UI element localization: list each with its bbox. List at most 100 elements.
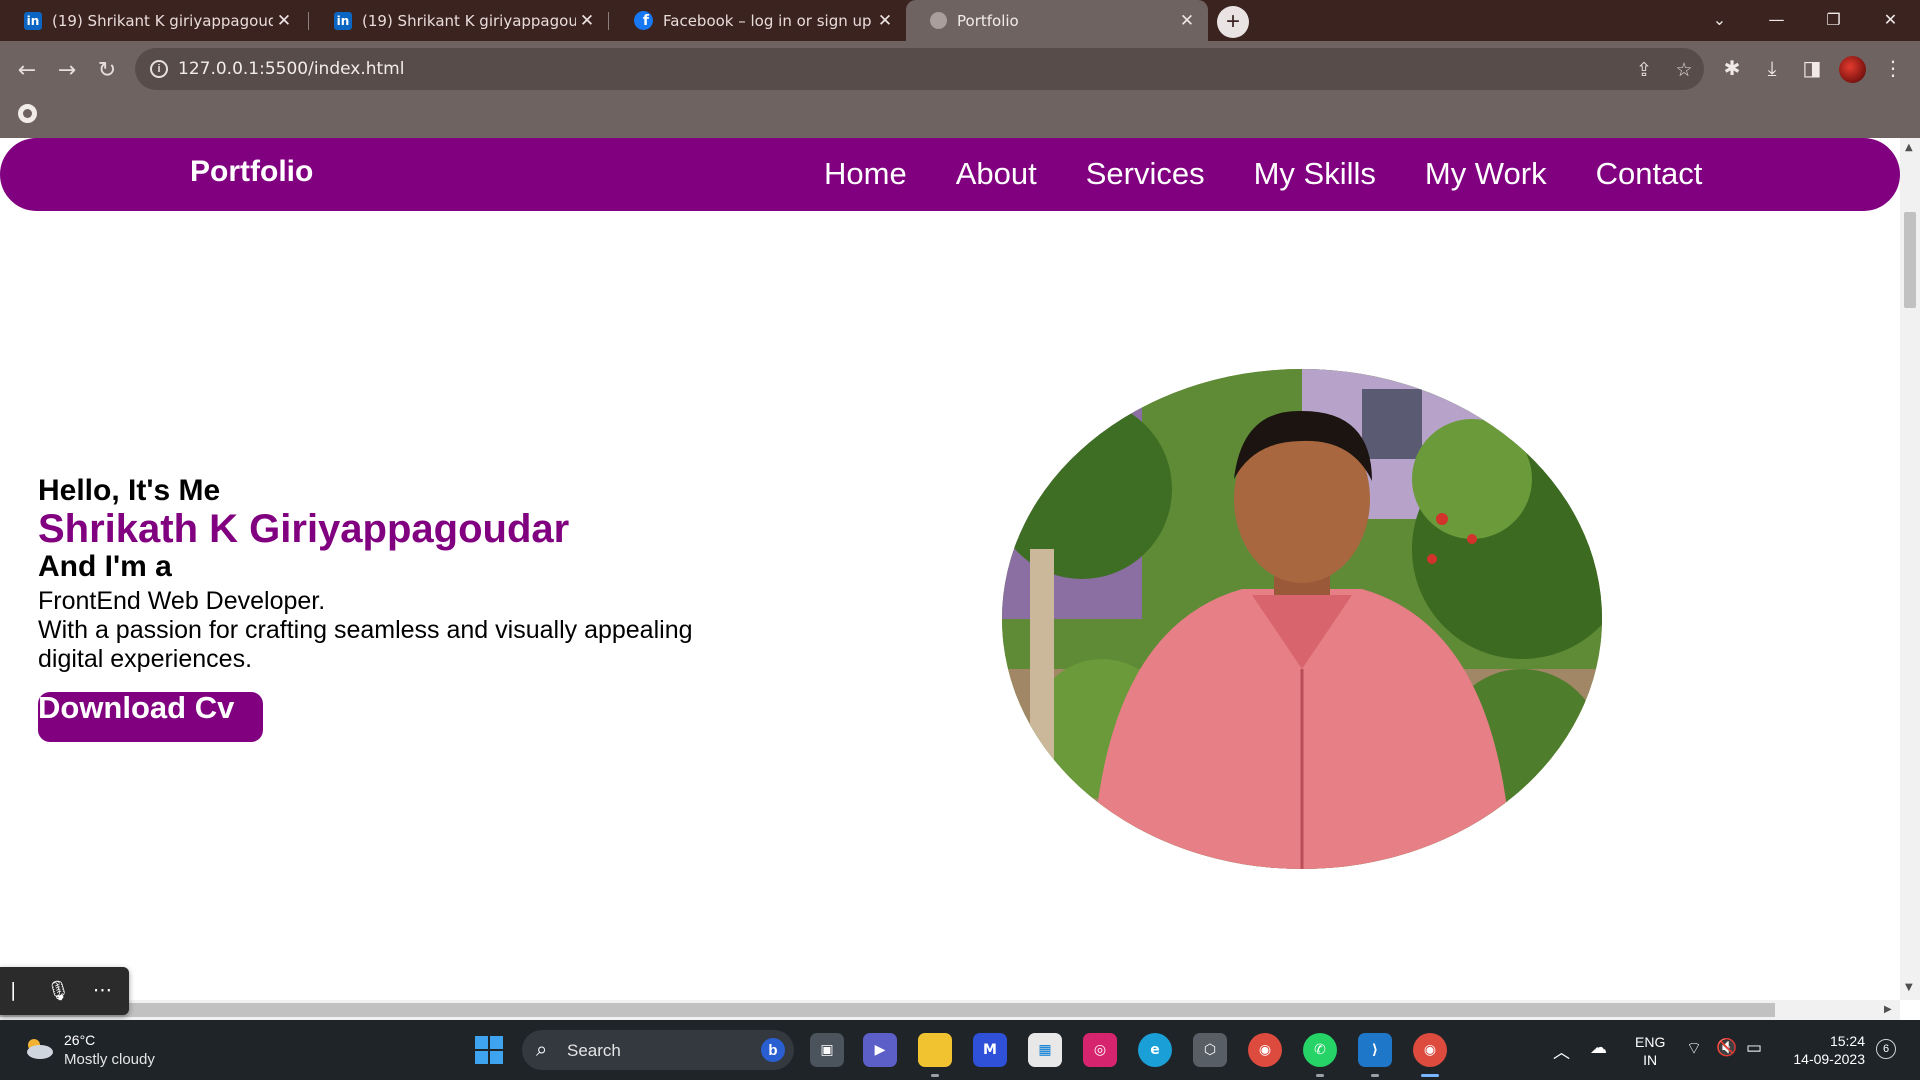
vertical-scroll-thumb[interactable] (1904, 212, 1916, 308)
battery-icon[interactable]: ▭ (1746, 1038, 1762, 1058)
download-cv-button[interactable]: Download Cv (38, 692, 263, 742)
chrome-icon[interactable]: ◉ (1248, 1033, 1282, 1067)
more-options-icon[interactable]: ⋯ (93, 979, 112, 1001)
address-url[interactable]: 127.0.0.1:5500/index.html (178, 59, 404, 79)
search-label: Search (567, 1041, 621, 1060)
horizontal-scrollbar[interactable]: ▶ (0, 1000, 1900, 1020)
nav-home-link[interactable]: Home (824, 156, 907, 192)
cloudy-weather-icon[interactable] (22, 1036, 54, 1060)
nav-about-link[interactable]: About (956, 156, 1037, 192)
weather-temperature[interactable]: 26°C (64, 1032, 95, 1048)
page-viewport: Portfolio Home About Services My Skills … (0, 138, 1900, 1000)
windows-start-icon[interactable] (475, 1036, 503, 1064)
browser-tabstrip: in (19) Shrikant K giriyappagoudar | ✕ i… (0, 0, 1920, 41)
bing-icon[interactable]: b (761, 1038, 785, 1062)
side-panel-icon[interactable]: ◨ (1795, 51, 1829, 85)
tab-facebook[interactable]: f Facebook – log in or sign up ✕ (610, 0, 906, 41)
browser-toolbar: ← → ↻ i 127.0.0.1:5500/index.html ⇪ ☆ ✱ … (0, 41, 1920, 138)
tab-separator (308, 12, 309, 30)
close-icon[interactable]: ✕ (874, 10, 896, 32)
window-close-button[interactable]: ✕ (1862, 0, 1919, 38)
minimize-button[interactable]: — (1748, 0, 1805, 38)
hero-role: FrontEnd Web Developer. (38, 587, 326, 615)
restore-button[interactable]: ❐ (1805, 0, 1862, 38)
settings-app-icon[interactable]: ⬡ (1193, 1033, 1227, 1067)
volume-muted-icon[interactable]: 🔇 (1716, 1038, 1737, 1058)
taskbar-clock[interactable]: 15:24 14-09-2023 (1785, 1032, 1865, 1068)
profile-avatar[interactable] (1839, 56, 1866, 83)
microphone-icon[interactable]: 🎙 (46, 979, 70, 1002)
forward-button[interactable]: → (49, 52, 85, 88)
address-bar[interactable]: i 127.0.0.1:5500/index.html ⇪ ☆ (135, 48, 1704, 90)
nav-work-link[interactable]: My Work (1425, 156, 1547, 192)
facebook-icon: f (634, 11, 653, 30)
tab-title: Facebook – log in or sign up (663, 11, 872, 30)
extensions-icon[interactable]: ✱ (1715, 51, 1749, 85)
math-app-icon[interactable]: M (973, 1033, 1007, 1067)
close-icon[interactable]: ✕ (1176, 10, 1198, 32)
share-icon[interactable]: ⇪ (1631, 57, 1657, 83)
windows-taskbar: 26°C Mostly cloudy ⌕ Search b ▣ ▶ M ▦ ◎ … (0, 1020, 1920, 1080)
profile-photo (1002, 369, 1602, 869)
hero-description: With a passion for crafting seamless and… (38, 616, 693, 673)
tab-title: (19) Shrikant K giriyappagoudar | (362, 11, 576, 30)
microsoft-store-icon[interactable]: ▦ (1028, 1033, 1062, 1067)
wifi-icon[interactable]: ⌔ (1686, 1038, 1702, 1059)
chrome-profile-icon[interactable]: ◉ (1413, 1033, 1447, 1077)
instagram-icon[interactable]: ◎ (1083, 1033, 1117, 1067)
onedrive-icon[interactable]: ☁ (1590, 1038, 1607, 1058)
whatsapp-icon[interactable]: ✆ (1303, 1033, 1337, 1077)
language-indicator[interactable]: ENG IN (1635, 1033, 1665, 1069)
tab-linkedin-1[interactable]: in (19) Shrikant K giriyappagoudar | ✕ (0, 0, 305, 41)
file-explorer-icon[interactable] (918, 1033, 952, 1077)
drag-handle-icon[interactable]: | (10, 979, 16, 1001)
nav-skills-link[interactable]: My Skills (1254, 156, 1376, 192)
scroll-right-icon[interactable]: ▶ (1884, 1004, 1892, 1015)
scroll-down-icon[interactable]: ▼ (1905, 982, 1913, 993)
scroll-up-icon[interactable]: ▲ (1905, 142, 1913, 153)
bookmark-star-icon[interactable]: ☆ (1671, 57, 1697, 83)
hero-name: Shrikath K Giriyappagoudar (38, 507, 570, 551)
vscode-icon[interactable]: ⟩ (1358, 1033, 1392, 1077)
site-menu: Home About Services My Skills My Work Co… (824, 156, 1751, 192)
linkedin-icon: in (24, 11, 42, 30)
hero-role-intro: And I'm a (38, 550, 172, 583)
globe-icon (930, 12, 947, 29)
menu-icon[interactable]: ⋮ (1876, 51, 1910, 85)
search-icon: ⌕ (536, 1037, 548, 1061)
site-navbar: Portfolio Home About Services My Skills … (0, 138, 1900, 211)
taskbar-search[interactable]: ⌕ Search b (522, 1030, 794, 1070)
profile-photo-illustration (1002, 369, 1602, 869)
tab-linkedin-2[interactable]: in (19) Shrikant K giriyappagoudar | ✕ (310, 0, 608, 41)
hero-greeting: Hello, It's Me (38, 474, 221, 507)
voice-typing-bar: | 🎙 ⋯ (0, 967, 129, 1015)
nav-contact-link[interactable]: Contact (1596, 156, 1703, 192)
tab-title: (19) Shrikant K giriyappagoudar | (52, 11, 273, 30)
tab-search-icon[interactable]: ⌄ (1691, 0, 1748, 38)
tab-portfolio[interactable]: Portfolio ✕ (906, 0, 1208, 41)
new-tab-button[interactable]: + (1217, 6, 1249, 38)
nav-services-link[interactable]: Services (1086, 156, 1205, 192)
hero-section: Hello, It's Me Shrikath K Giriyappagouda… (38, 473, 738, 742)
close-icon[interactable]: ✕ (576, 10, 598, 32)
edge-icon[interactable]: e (1138, 1033, 1172, 1067)
notification-badge[interactable]: 6 (1876, 1039, 1896, 1059)
weather-condition[interactable]: Mostly cloudy (64, 1051, 155, 1068)
language-region: IN (1643, 1052, 1658, 1068)
teams-chat-icon[interactable]: ▶ (863, 1033, 897, 1067)
horizontal-scroll-thumb[interactable] (0, 1003, 1775, 1017)
vertical-scrollbar[interactable]: ▲ ▼ (1900, 138, 1920, 1000)
download-icon[interactable]: ⤓ (1755, 51, 1789, 85)
bookmark-globe-icon[interactable] (18, 104, 37, 123)
site-logo[interactable]: Portfolio (190, 155, 313, 189)
site-info-icon[interactable]: i (150, 60, 168, 78)
show-hidden-icons-icon[interactable]: ︿ (1553, 1038, 1570, 1063)
close-icon[interactable]: ✕ (273, 10, 295, 32)
linkedin-icon: in (334, 11, 352, 30)
clock-date: 14-09-2023 (1793, 1051, 1865, 1067)
tab-separator (608, 12, 609, 30)
tab-title: Portfolio (957, 11, 1019, 30)
back-button[interactable]: ← (9, 52, 45, 88)
task-view-icon[interactable]: ▣ (810, 1033, 844, 1067)
reload-button[interactable]: ↻ (89, 52, 125, 88)
